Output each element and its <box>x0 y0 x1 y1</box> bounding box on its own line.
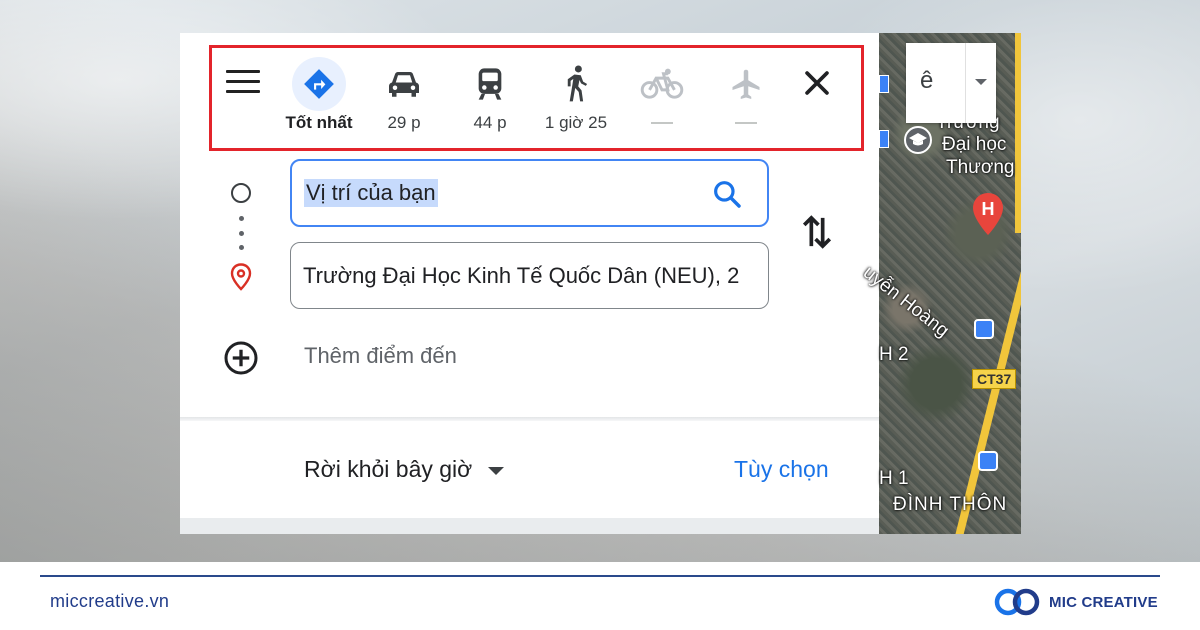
bus-stop-icon[interactable] <box>879 130 889 148</box>
footer-brand-name: MIC CREATIVE <box>1049 593 1158 611</box>
input-tool-button[interactable]: ê <box>920 67 933 95</box>
destination-input-value: Trường Đại Học Kinh Tế Quốc Dân (NEU), 2 <box>303 262 740 288</box>
destination-input[interactable]: Trường Đại Học Kinh Tế Quốc Dân (NEU), 2 <box>290 242 769 309</box>
add-circle-icon <box>224 341 258 375</box>
destination-pin-icon <box>229 263 253 296</box>
chevron-down-icon <box>488 467 505 475</box>
map-label: Thương <box>946 157 1015 178</box>
swap-directions-button[interactable] <box>800 212 834 252</box>
origin-input-value: Vị trí của bạn <box>304 179 438 207</box>
origin-input[interactable]: Vị trí của bạn <box>290 159 769 227</box>
search-icon <box>714 181 741 208</box>
route-dot <box>239 216 244 221</box>
panel-bottom-strip <box>180 518 879 534</box>
map-label: H 2 <box>879 344 909 365</box>
depart-time-label: Rời khỏi bây giờ <box>304 456 473 482</box>
map-label: Đại học <box>942 134 1007 155</box>
footer-brand: MIC CREATIVE <box>993 587 1158 617</box>
map-district-label: ĐÌNH THÔN <box>893 494 1008 515</box>
bus-stop-icon[interactable] <box>974 319 994 339</box>
bus-stop-icon[interactable] <box>879 75 889 93</box>
road-shield: CT37 <box>972 369 1017 389</box>
chevron-down-icon[interactable] <box>975 79 987 85</box>
search-button[interactable] <box>711 178 743 215</box>
footer-site-url: miccreative.vn <box>50 591 170 611</box>
route-dot <box>239 245 244 250</box>
map-label: H 1 <box>879 468 909 489</box>
depart-time-dropdown[interactable]: Rời khỏi bây giờ <box>304 456 505 483</box>
origin-circle-icon <box>231 183 251 203</box>
svg-text:H: H <box>982 199 995 219</box>
school-icon[interactable] <box>904 126 932 154</box>
input-tool-separator <box>965 43 966 123</box>
hospital-pin-icon[interactable]: H <box>972 192 1004 241</box>
map-road <box>1015 33 1021 233</box>
bus-stop-icon[interactable] <box>978 451 998 471</box>
route-dot <box>239 231 244 236</box>
section-divider <box>180 417 879 421</box>
travel-mode-highlight-box <box>209 45 864 151</box>
mic-logo-icon <box>994 588 1040 616</box>
input-tools-toggle: ê <box>906 43 996 123</box>
options-link[interactable]: Tùy chọn <box>734 456 829 483</box>
swap-vertical-icon <box>802 215 832 249</box>
add-destination-label[interactable]: Thêm điểm đến <box>304 343 457 369</box>
add-destination-button[interactable] <box>223 340 259 381</box>
map-road <box>954 197 1021 534</box>
footer-divider <box>40 575 1160 577</box>
